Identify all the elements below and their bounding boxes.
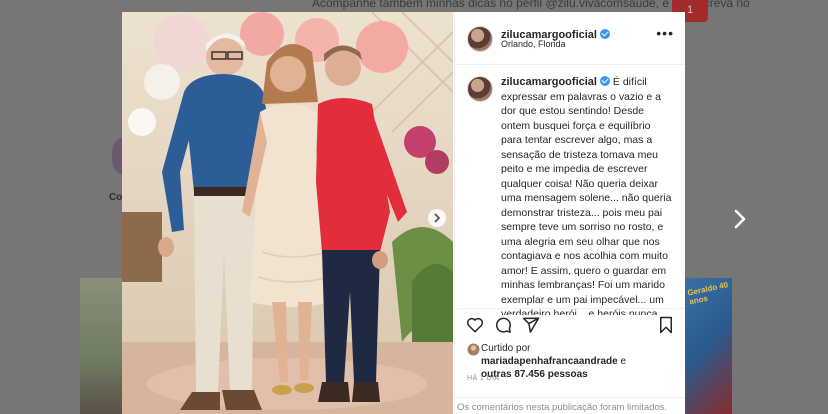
likes-text: Curtido por mariadapenhafrancaandrade e … bbox=[481, 342, 682, 381]
post-photo[interactable] bbox=[122, 12, 453, 414]
post-sidebar: zilucamargooficial Orlando, Florida ••• … bbox=[454, 12, 685, 414]
chevron-right-icon bbox=[434, 213, 441, 223]
liker-avatar bbox=[467, 343, 480, 356]
post-time[interactable]: HÁ 1 DIA bbox=[467, 375, 499, 382]
action-bar bbox=[455, 308, 685, 339]
post-header: zilucamargooficial Orlando, Florida ••• bbox=[455, 12, 685, 65]
caption-username[interactable]: zilucamargooficial bbox=[501, 76, 597, 88]
photo-illustration bbox=[122, 12, 453, 414]
chevron-right-icon[interactable] bbox=[733, 205, 747, 233]
liked-prefix: Curtido por bbox=[481, 343, 531, 354]
caption-avatar[interactable] bbox=[467, 76, 493, 102]
share-icon[interactable] bbox=[522, 316, 540, 334]
comment-icon[interactable] bbox=[494, 316, 512, 334]
liked-conj: e bbox=[620, 356, 627, 367]
thumbnail-text: Geraldo 40 anos bbox=[686, 280, 729, 307]
avatar[interactable] bbox=[467, 26, 493, 52]
post-modal: zilucamargooficial Orlando, Florida ••• … bbox=[122, 12, 685, 414]
grid-thumbnail-left bbox=[80, 278, 126, 414]
verified-icon bbox=[599, 29, 610, 39]
liked-user[interactable]: mariadapenhafrancaandrade bbox=[481, 356, 618, 367]
caption-text: É difícil expressar em palavras o vazio … bbox=[501, 76, 672, 315]
heart-icon[interactable] bbox=[466, 316, 484, 334]
photo-next-button[interactable] bbox=[428, 209, 446, 227]
background-text: Acompanhe também minhas dicas no perfil … bbox=[312, 0, 750, 10]
bookmark-icon[interactable] bbox=[658, 316, 674, 334]
more-icon[interactable]: ••• bbox=[656, 25, 674, 41]
verified-icon bbox=[599, 76, 610, 86]
comments-limited: Os comentários nesta publicação foram li… bbox=[455, 397, 685, 414]
post-caption: zilucamargooficial É difícil expressar e… bbox=[501, 75, 673, 315]
grid-thumbnail-right: Geraldo 40 anos bbox=[684, 278, 732, 414]
location[interactable]: Orlando, Florida bbox=[501, 39, 566, 49]
story-label: Co bbox=[109, 192, 123, 203]
